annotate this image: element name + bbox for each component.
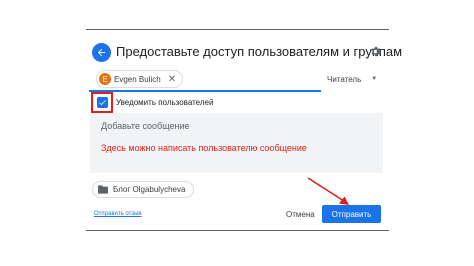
folder-icon [98,185,108,194]
avatar: E [99,73,111,85]
top-divider [86,29,389,30]
notify-label: Уведомить пользователей [116,98,214,107]
message-placeholder: Добавьте сообщение [101,121,190,131]
recipients-input[interactable]: E Evgen Bulich ✕ [89,65,321,92]
back-button[interactable] [92,43,111,62]
feedback-link[interactable]: Отправить отзыв [94,211,142,217]
check-icon [99,100,106,106]
arrow-left-icon [97,48,106,57]
message-textarea[interactable]: Добавьте сообщение Здесь можно написать … [90,113,383,173]
arrow-icon [307,177,349,205]
notify-checkbox[interactable] [97,97,108,108]
role-select[interactable]: Читатель ▼ [327,68,381,90]
cancel-button[interactable]: Отмена [281,206,320,222]
recipient-name: Evgen Bulich [114,74,161,84]
bottom-divider [86,230,389,231]
shared-item-label: Блог Olgabulycheva [113,185,186,194]
send-button[interactable]: Отправить [322,205,381,223]
annotation-text: Здесь можно написать пользователю сообще… [101,143,307,153]
shared-item-chip: Блог Olgabulycheva [92,181,195,198]
role-select-value: Читатель [327,74,362,84]
dialog-title: Предоставьте доступ пользователям и груп… [116,44,403,59]
close-icon[interactable]: ✕ [168,74,176,85]
gear-icon[interactable] [369,45,382,58]
recipient-chip[interactable]: E Evgen Bulich ✕ [96,70,184,88]
chevron-down-icon: ▼ [371,76,378,82]
